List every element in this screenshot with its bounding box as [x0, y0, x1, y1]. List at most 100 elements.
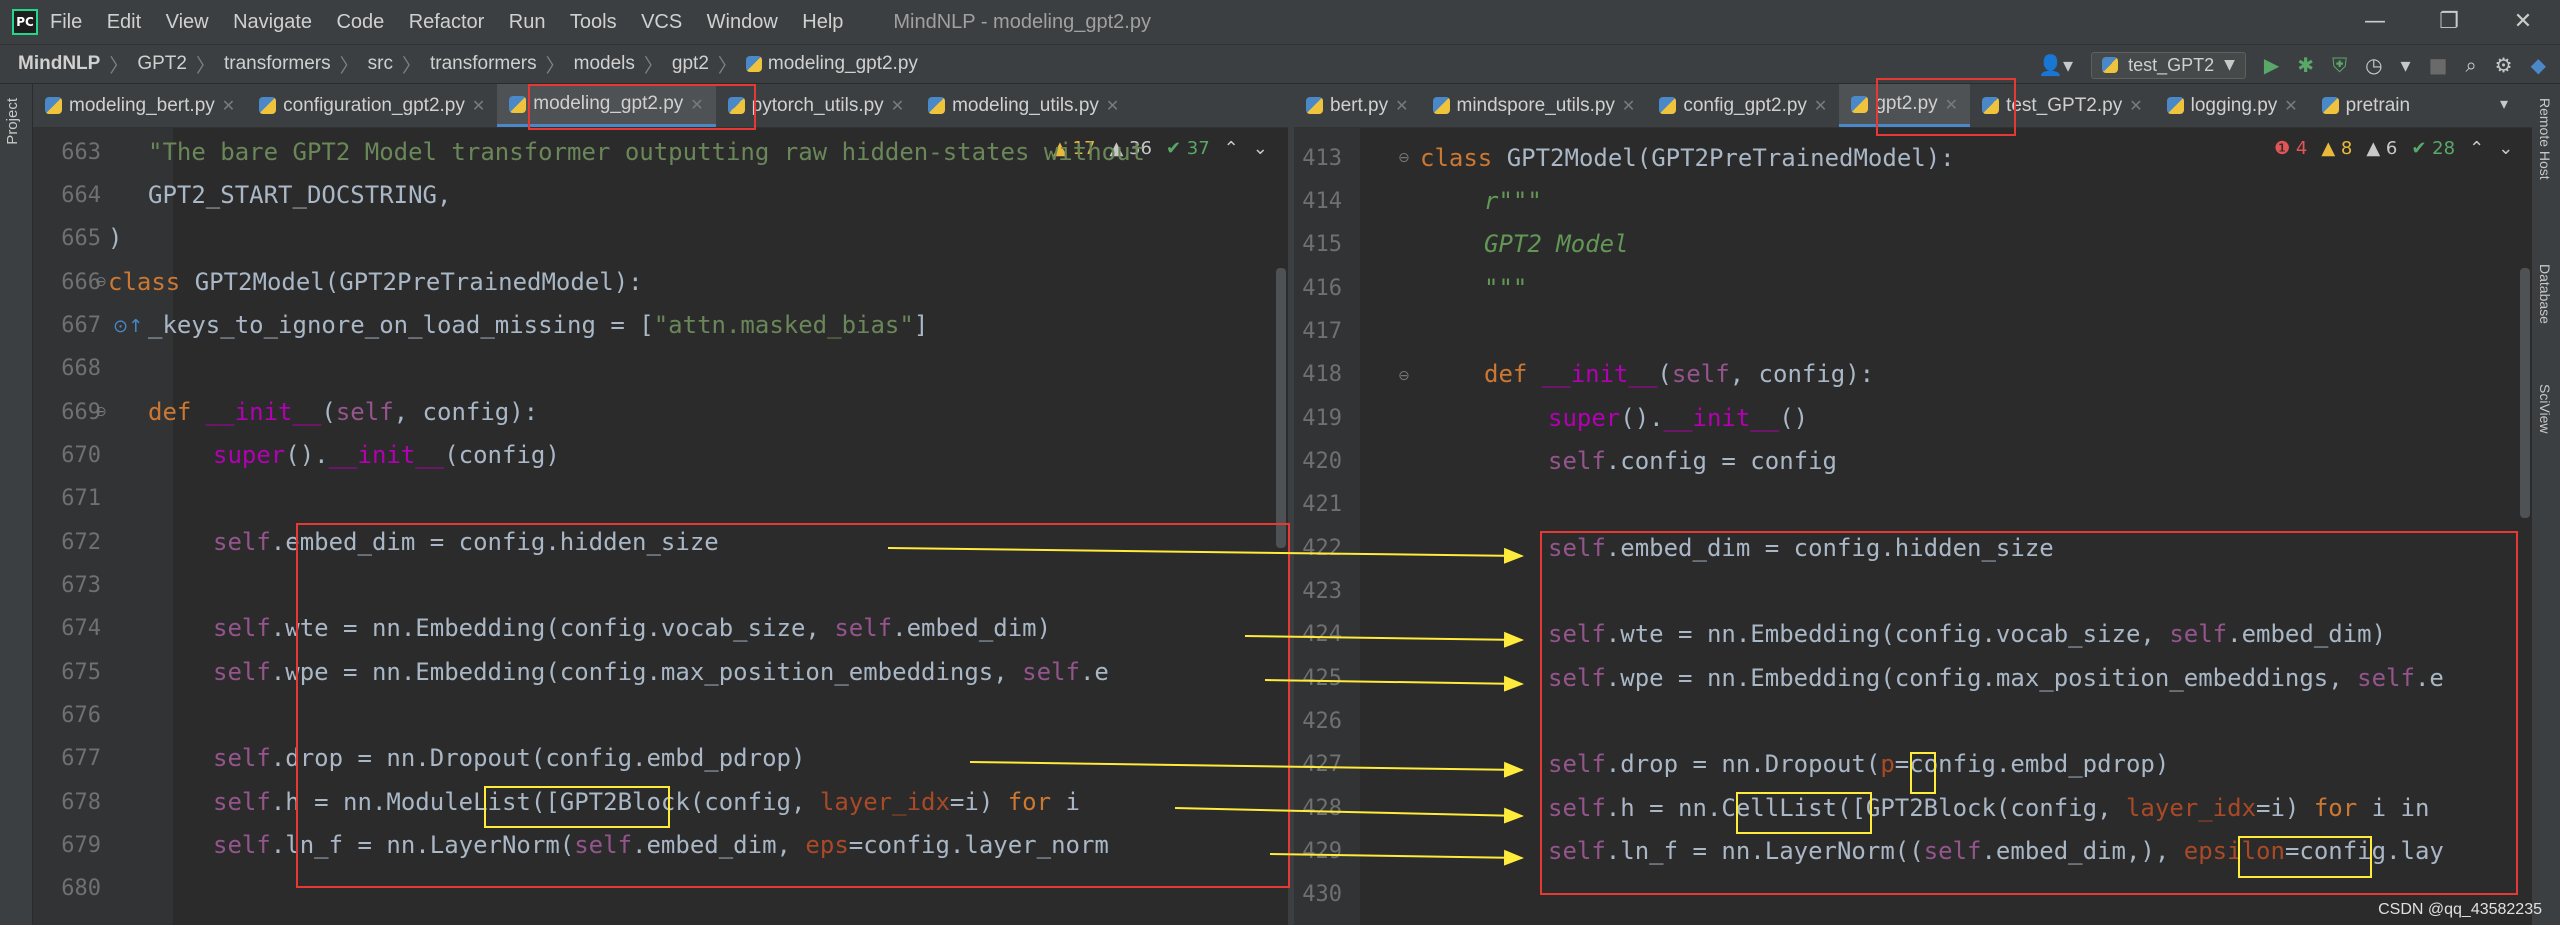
- sciview-tool-tab[interactable]: SciView: [2537, 384, 2553, 434]
- right-editor[interactable]: ❶ 4 ▲ 8 ▲ 6 ✔ 28 ⌃ ⌄ 413 414 415 416 417…: [1294, 128, 2532, 925]
- chevron-up-icon[interactable]: ⌃: [1224, 138, 1239, 159]
- close-button[interactable]: ✕: [2486, 0, 2560, 44]
- right-inspection-widget[interactable]: ❶ 4 ▲ 8 ▲ 6 ✔ 28 ⌃ ⌄: [2274, 138, 2513, 159]
- code-line[interactable]: """: [1484, 274, 1527, 302]
- code-line[interactable]: self.embed_dim = config.hidden_size: [1548, 534, 2054, 562]
- more-run-icon[interactable]: ▾: [2401, 53, 2411, 77]
- chevron-up-icon[interactable]: ⌃: [2469, 138, 2484, 159]
- close-icon[interactable]: ✕: [690, 95, 703, 114]
- close-icon[interactable]: ✕: [2129, 96, 2142, 115]
- menu-tools[interactable]: Tools: [570, 11, 617, 33]
- menu-help[interactable]: Help: [802, 11, 843, 33]
- menu-refactor[interactable]: Refactor: [409, 11, 485, 33]
- coverage-icon[interactable]: ⛨: [2332, 53, 2347, 77]
- breadcrumb-item[interactable]: models: [574, 53, 635, 75]
- tab-gpt2[interactable]: gpt2.py ✕: [1839, 84, 1971, 127]
- code-line[interactable]: self.wte = nn.Embedding(config.vocab_siz…: [213, 614, 1051, 642]
- tab-bert[interactable]: bert.py ✕: [1294, 84, 1421, 127]
- maximize-button[interactable]: ❐: [2412, 0, 2486, 44]
- code-line[interactable]: GPT2 Model: [1484, 230, 1629, 258]
- tab-modeling-utils[interactable]: modeling_utils.py ✕: [916, 84, 1131, 127]
- code-line[interactable]: self.ln_f = nn.LayerNorm((self.embed_dim…: [1548, 837, 2444, 865]
- close-icon[interactable]: ✕: [891, 96, 904, 115]
- breadcrumb-item[interactable]: GPT2: [137, 53, 187, 75]
- tab-config-gpt2[interactable]: config_gpt2.py ✕: [1647, 84, 1839, 127]
- menu-code[interactable]: Code: [336, 11, 384, 33]
- fold-marker-icon[interactable]: ⊖: [95, 404, 107, 420]
- close-icon[interactable]: ✕: [1106, 96, 1119, 115]
- code-line[interactable]: ): [108, 224, 122, 252]
- menu-run[interactable]: Run: [509, 11, 546, 33]
- code-line[interactable]: super().__init__(): [1548, 404, 1808, 432]
- debug-icon[interactable]: ✱: [2297, 53, 2314, 77]
- tab-pytorch-utils[interactable]: pytorch_utils.py ✕: [716, 84, 916, 127]
- code-line[interactable]: self.config = config: [1548, 447, 1837, 475]
- minimize-button[interactable]: —: [2338, 0, 2412, 44]
- menu-window[interactable]: Window: [707, 11, 778, 33]
- menu-file[interactable]: File: [50, 11, 82, 33]
- code-line[interactable]: class GPT2Model(GPT2PreTrainedModel):: [108, 268, 643, 296]
- fold-marker-icon[interactable]: ⊖: [1398, 150, 1410, 166]
- close-icon[interactable]: ✕: [1945, 95, 1958, 114]
- menu-view[interactable]: View: [166, 11, 209, 33]
- code-line[interactable]: self.ln_f = nn.LayerNorm(self.embed_dim,…: [213, 831, 1109, 859]
- tab-logging[interactable]: logging.py ✕: [2155, 84, 2310, 127]
- right-scrollbar[interactable]: [2520, 268, 2530, 518]
- code-line[interactable]: self.drop = nn.Dropout(config.embd_pdrop…: [213, 744, 805, 772]
- tab-test-gpt2[interactable]: test_GPT2.py ✕: [1970, 84, 2155, 127]
- close-icon[interactable]: ✕: [1395, 96, 1408, 115]
- code-line[interactable]: self.wpe = nn.Embedding(config.max_posit…: [213, 658, 1109, 686]
- breadcrumb-item[interactable]: transformers: [224, 53, 331, 75]
- tab-overflow-icon[interactable]: ▾: [2500, 94, 2508, 113]
- tab-modeling-bert[interactable]: modeling_bert.py ✕: [33, 84, 247, 127]
- fold-marker-icon[interactable]: ⊖: [1398, 368, 1410, 384]
- tab-pretrain[interactable]: pretrain: [2310, 84, 2422, 127]
- close-icon[interactable]: ✕: [472, 96, 485, 115]
- tab-modeling-gpt2[interactable]: modeling_gpt2.py ✕: [497, 84, 716, 127]
- left-scrollbar[interactable]: [1276, 268, 1286, 548]
- tab-configuration-gpt2[interactable]: configuration_gpt2.py ✕: [247, 84, 497, 127]
- gear-icon[interactable]: ⚙: [2495, 53, 2513, 77]
- code-line[interactable]: self.wpe = nn.Embedding(config.max_posit…: [1548, 664, 2444, 692]
- close-icon[interactable]: ✕: [1622, 96, 1635, 115]
- database-tool-tab[interactable]: Database: [2537, 264, 2553, 324]
- project-tool-tab[interactable]: Project: [4, 98, 21, 145]
- breadcrumb-item[interactable]: transformers: [430, 53, 537, 75]
- remote-host-tool-tab[interactable]: Remote Host: [2537, 98, 2553, 180]
- stop-icon[interactable]: ■: [2429, 53, 2448, 77]
- left-editor[interactable]: ▲ 17 ▲ 36 ✔ 37 ⌃ ⌄ 663 664 665 666 667 6…: [33, 128, 1288, 925]
- breadcrumb-item[interactable]: src: [368, 53, 393, 75]
- override-marker-icon[interactable]: ⊙↑: [113, 316, 143, 337]
- menu-vcs[interactable]: VCS: [641, 11, 682, 33]
- code-line[interactable]: r""": [1484, 187, 1542, 215]
- code-line[interactable]: self.drop = nn.Dropout(p=config.embd_pdr…: [1548, 750, 2169, 778]
- code-line[interactable]: self.h = nn.CellList([GPT2Block(config, …: [1548, 794, 2429, 822]
- user-icon[interactable]: 👤▾: [2038, 53, 2073, 77]
- profile-icon[interactable]: ◷: [2365, 53, 2382, 77]
- menu-edit[interactable]: Edit: [107, 11, 141, 33]
- code-line[interactable]: GPT2_START_DOCSTRING,: [148, 181, 451, 209]
- close-icon[interactable]: ✕: [1814, 96, 1827, 115]
- code-line[interactable]: class GPT2Model(GPT2PreTrainedModel):: [1420, 144, 1955, 172]
- code-line[interactable]: self.embed_dim = config.hidden_size: [213, 528, 719, 556]
- chevron-down-icon[interactable]: ⌄: [1253, 138, 1268, 159]
- close-icon[interactable]: ✕: [2284, 96, 2297, 115]
- code-line[interactable]: self.wte = nn.Embedding(config.vocab_siz…: [1548, 620, 2386, 648]
- code-line[interactable]: def __init__(self, config):: [148, 398, 538, 426]
- breadcrumb-item[interactable]: modeling_gpt2.py: [768, 53, 918, 75]
- search-icon[interactable]: ⌕: [2465, 53, 2476, 77]
- fold-marker-icon[interactable]: ⊖: [95, 274, 107, 290]
- close-icon[interactable]: ✕: [222, 96, 235, 115]
- code-line[interactable]: self.h = nn.ModuleList([GPT2Block(config…: [213, 788, 1080, 816]
- chevron-down-icon[interactable]: ⌄: [2498, 138, 2513, 159]
- code-line[interactable]: super().__init__(config): [213, 441, 560, 469]
- menu-navigate[interactable]: Navigate: [233, 11, 312, 33]
- breadcrumb-item[interactable]: gpt2: [672, 53, 709, 75]
- code-line[interactable]: def __init__(self, config):: [1484, 360, 1874, 388]
- run-config-selector[interactable]: test_GPT2 ▼: [2091, 51, 2246, 79]
- code-line[interactable]: "The bare GPT2 Model transformer outputt…: [148, 138, 1145, 166]
- run-icon[interactable]: ▶: [2264, 53, 2279, 77]
- plugin-icon[interactable]: ◆: [2531, 53, 2546, 77]
- code-line[interactable]: _keys_to_ignore_on_load_missing = ["attn…: [148, 311, 928, 339]
- tab-mindspore-utils[interactable]: mindspore_utils.py ✕: [1421, 84, 1648, 127]
